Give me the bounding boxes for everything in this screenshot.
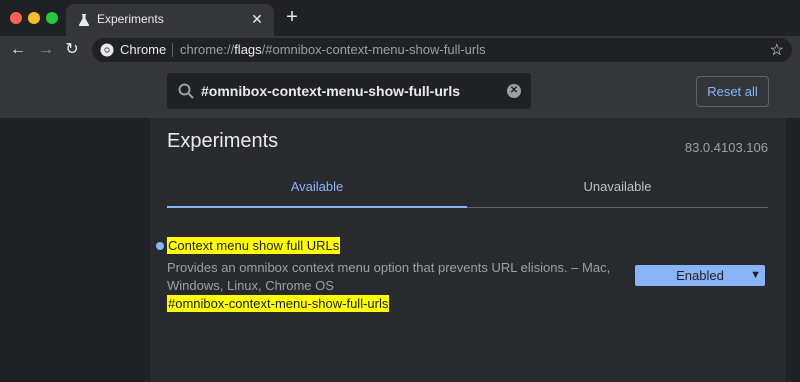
flask-icon: [78, 14, 90, 26]
window-close-button[interactable]: [10, 12, 22, 24]
reload-icon[interactable]: ↻: [62, 40, 82, 60]
clear-icon[interactable]: ✕: [507, 84, 521, 98]
window-minimize-button[interactable]: [28, 12, 40, 24]
omnibox-divider: [172, 43, 173, 57]
browser-tab[interactable]: Experiments ✕: [66, 4, 274, 36]
tab-available[interactable]: Available: [167, 172, 467, 208]
flag-permalink[interactable]: #omnibox-context-menu-show-full-urls: [167, 295, 390, 312]
chevron-down-icon: ▼: [750, 269, 761, 281]
tab-title: Experiments: [97, 12, 164, 26]
tab-strip: Experiments ✕ +: [0, 0, 800, 36]
select-value: Enabled: [676, 268, 724, 283]
star-icon[interactable]: ☆: [770, 40, 784, 60]
chrome-logo-icon: [100, 43, 114, 57]
page-title: Experiments: [167, 130, 279, 152]
flag-description: Provides an omnibox context menu option …: [167, 260, 611, 293]
back-arrow-icon[interactable]: ←: [8, 40, 28, 60]
flags-header: #omnibox-context-menu-show-full-urls ✕ R…: [0, 64, 800, 118]
version-label: 83.0.4103.106: [684, 140, 768, 155]
tab-unavailable[interactable]: Unavailable: [467, 172, 768, 208]
browser-toolbar: ← → ↻ Chrome chrome://flags/#omnibox-con…: [0, 36, 800, 64]
plus-icon[interactable]: +: [282, 7, 302, 28]
flag-name: Context menu show full URLs: [167, 237, 341, 254]
search-value: #omnibox-context-menu-show-full-urls: [201, 83, 460, 99]
omnibox-label: Chrome: [120, 42, 167, 57]
search-icon: [178, 83, 194, 99]
url-text: chrome://flags/#omnibox-context-menu-sho…: [180, 42, 486, 57]
window-zoom-button[interactable]: [46, 12, 58, 24]
omnibox[interactable]: Chrome chrome://flags/#omnibox-context-m…: [92, 38, 792, 62]
modified-indicator: [156, 242, 164, 250]
flag-state-select[interactable]: Enabled ▼: [635, 265, 765, 286]
reset-all-button[interactable]: Reset all: [696, 76, 769, 107]
search-input[interactable]: #omnibox-context-menu-show-full-urls ✕: [167, 73, 531, 109]
close-icon[interactable]: ✕: [248, 10, 266, 28]
forward-arrow-icon[interactable]: →: [36, 40, 56, 60]
